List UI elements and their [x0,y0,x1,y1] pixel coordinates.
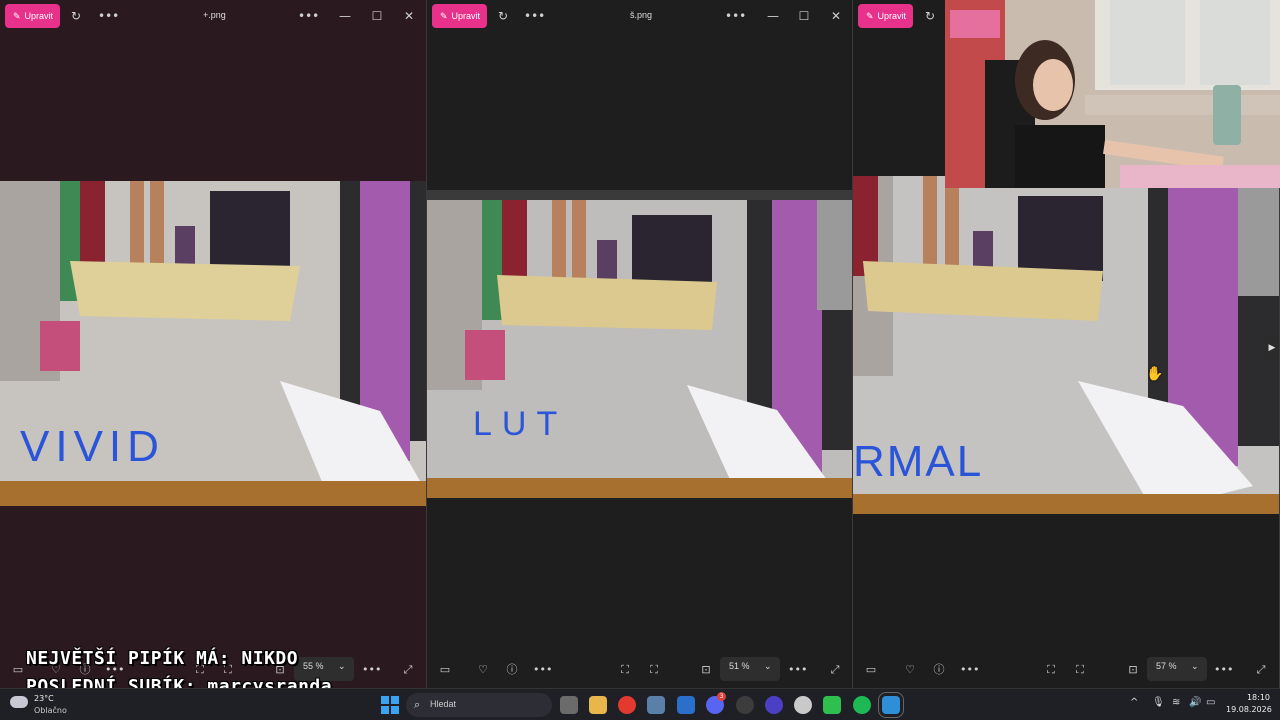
zoom-select[interactable]: 57 % ⌄ [1147,657,1207,681]
filmstrip-icon[interactable]: ▭ [863,662,879,678]
zoom-value: 55 % [303,661,324,671]
favorite-icon[interactable]: ♡ [902,662,918,678]
drawn-label: LUT [473,405,567,443]
photos-window-1: ✎ Upravit ↻ ••• +.png ••• — ☐ ✕ VIVID ▭ … [0,0,427,688]
more-icon[interactable]: ••• [788,662,807,678]
scan-icon[interactable]: ⛶ [646,662,662,678]
task-view-icon[interactable] [560,696,578,714]
more-icon[interactable]: ••• [362,662,381,678]
edit-button[interactable]: ✎ Upravit [432,4,488,28]
drawn-label: RMAL [853,437,983,486]
notification-badge: 3 [717,692,726,701]
fullscreen-icon[interactable]: ⤢ [400,662,416,678]
obs-icon[interactable] [736,696,754,714]
webcam-feed [945,0,1280,188]
photo-image: VIVID [0,181,426,506]
chevron-down-icon: ⌄ [1191,661,1199,671]
search-icon: ⌕ [414,698,421,711]
drawn-label: VIVID [20,422,165,471]
edit-button[interactable]: ✎ Upravit [858,4,914,28]
volume-icon[interactable]: 🔊 [1189,697,1201,708]
edit-label: Upravit [451,11,481,21]
more-icon[interactable]: ••• [725,8,746,24]
rotate-icon[interactable]: ↻ [68,8,84,24]
scan-icon[interactable]: ⛶ [1072,662,1088,678]
file-name: +.png [203,10,226,20]
weather-desc: Oblačno [34,706,67,715]
fullscreen-icon[interactable]: ⤢ [827,662,843,678]
stream-overlay-line1: NEJVĚTŠÍ PIPÍK MÁ: NIKDO [26,648,299,669]
more-icon[interactable]: ••• [524,8,545,24]
select-icon[interactable]: ⛶ [1043,662,1059,678]
edit-icon: ✎ [440,10,448,21]
next-arrow-icon[interactable]: ▶ [1265,334,1279,362]
chrome-icon[interactable] [618,696,636,714]
battery-icon[interactable]: ▭ [1206,697,1215,708]
favorite-icon[interactable]: ♡ [475,662,491,678]
zoom-value: 51 % [729,661,750,671]
select-icon[interactable]: ⛶ [617,662,633,678]
fullscreen-icon[interactable]: ⤢ [1253,662,1269,678]
search-box[interactable]: ⌕ Hledat [406,693,552,717]
edit-icon: ✎ [13,10,21,21]
minimize-icon[interactable]: — [765,8,781,24]
info-icon[interactable]: ⓘ [931,662,947,678]
microphone-icon[interactable]: 🎙 [1152,697,1165,708]
fit-icon[interactable]: ⊡ [698,662,714,678]
settings-icon[interactable] [647,696,665,714]
search-placeholder: Hledat [430,699,457,709]
store-icon[interactable] [677,696,695,714]
title-bar: ✎ Upravit ↻ ••• š.png ••• — ☐ ✕ [427,0,852,32]
weather-temp: 23°C [34,694,54,703]
cloud-icon [10,696,28,708]
clock-date[interactable]: 19.08.2026 [1226,705,1272,714]
bottom-bar: ▭ ♡ ⓘ ••• ⛶ ⛶ ⊡ 57 % ⌄ ••• ⤢ [853,652,1279,688]
filmstrip-icon[interactable]: ▭ [437,662,453,678]
windows-start-icon[interactable] [381,696,399,714]
chevron-down-icon: ⌄ [338,661,346,671]
rotate-icon[interactable]: ↻ [922,8,938,24]
photos-window-2: ✎ Upravit ↻ ••• š.png ••• — ☐ ✕ LUT ▭ ♡ … [427,0,853,688]
more-icon[interactable]: ••• [533,662,552,678]
maximize-icon[interactable]: ☐ [369,8,385,24]
more-icon[interactable]: ••• [298,8,319,24]
music-icon[interactable] [794,696,812,714]
maximize-icon[interactable]: ☐ [796,8,812,24]
close-icon[interactable]: ✕ [401,8,417,24]
hand-cursor-icon: ✋ [1146,366,1164,382]
minimize-icon[interactable]: — [337,8,353,24]
photo-image: LUT [427,190,852,498]
info-icon[interactable]: ⓘ [504,662,520,678]
more-icon[interactable]: ••• [1214,662,1233,678]
photo-image: RMAL ▶ ✋ [853,176,1279,514]
taskbar: 23°C Oblačno ⌕ Hledat 3 ^ 🎙 ≋ 🔊 ▭ 18:10 … [0,688,1280,720]
title-bar: ✎ Upravit ↻ ••• +.png ••• — ☐ ✕ [0,0,426,32]
fit-icon[interactable]: ⊡ [1125,662,1141,678]
photos-icon[interactable] [878,692,904,718]
close-icon[interactable]: ✕ [828,8,844,24]
more-icon[interactable]: ••• [98,8,119,24]
edit-label: Upravit [24,11,54,21]
edit-label: Upravit [877,11,907,21]
file-name: š.png [630,10,653,20]
file-explorer-icon[interactable] [589,696,607,714]
filmstrip-icon[interactable]: ▭ [10,662,26,678]
spotify-icon[interactable] [853,696,871,714]
zoom-select[interactable]: 51 % ⌄ [720,657,780,681]
wifi-icon[interactable]: ≋ [1172,697,1180,708]
edit-button[interactable]: ✎ Upravit [5,4,61,28]
zoom-value: 57 % [1156,661,1177,671]
kick-icon[interactable] [823,696,841,714]
app-icon[interactable] [765,696,783,714]
weather-widget[interactable]: 23°C Oblačno [10,692,80,718]
rotate-icon[interactable]: ↻ [495,8,511,24]
bottom-bar: ▭ ♡ ⓘ ••• ⛶ ⛶ ⊡ 51 % ⌄ ••• ⤢ [427,652,852,688]
edit-icon: ✎ [866,10,874,21]
clock-time[interactable]: 18:10 [1238,693,1270,702]
more-icon[interactable]: ••• [960,662,979,678]
chevron-up-icon[interactable]: ^ [1130,697,1138,708]
chevron-down-icon: ⌄ [764,661,772,671]
